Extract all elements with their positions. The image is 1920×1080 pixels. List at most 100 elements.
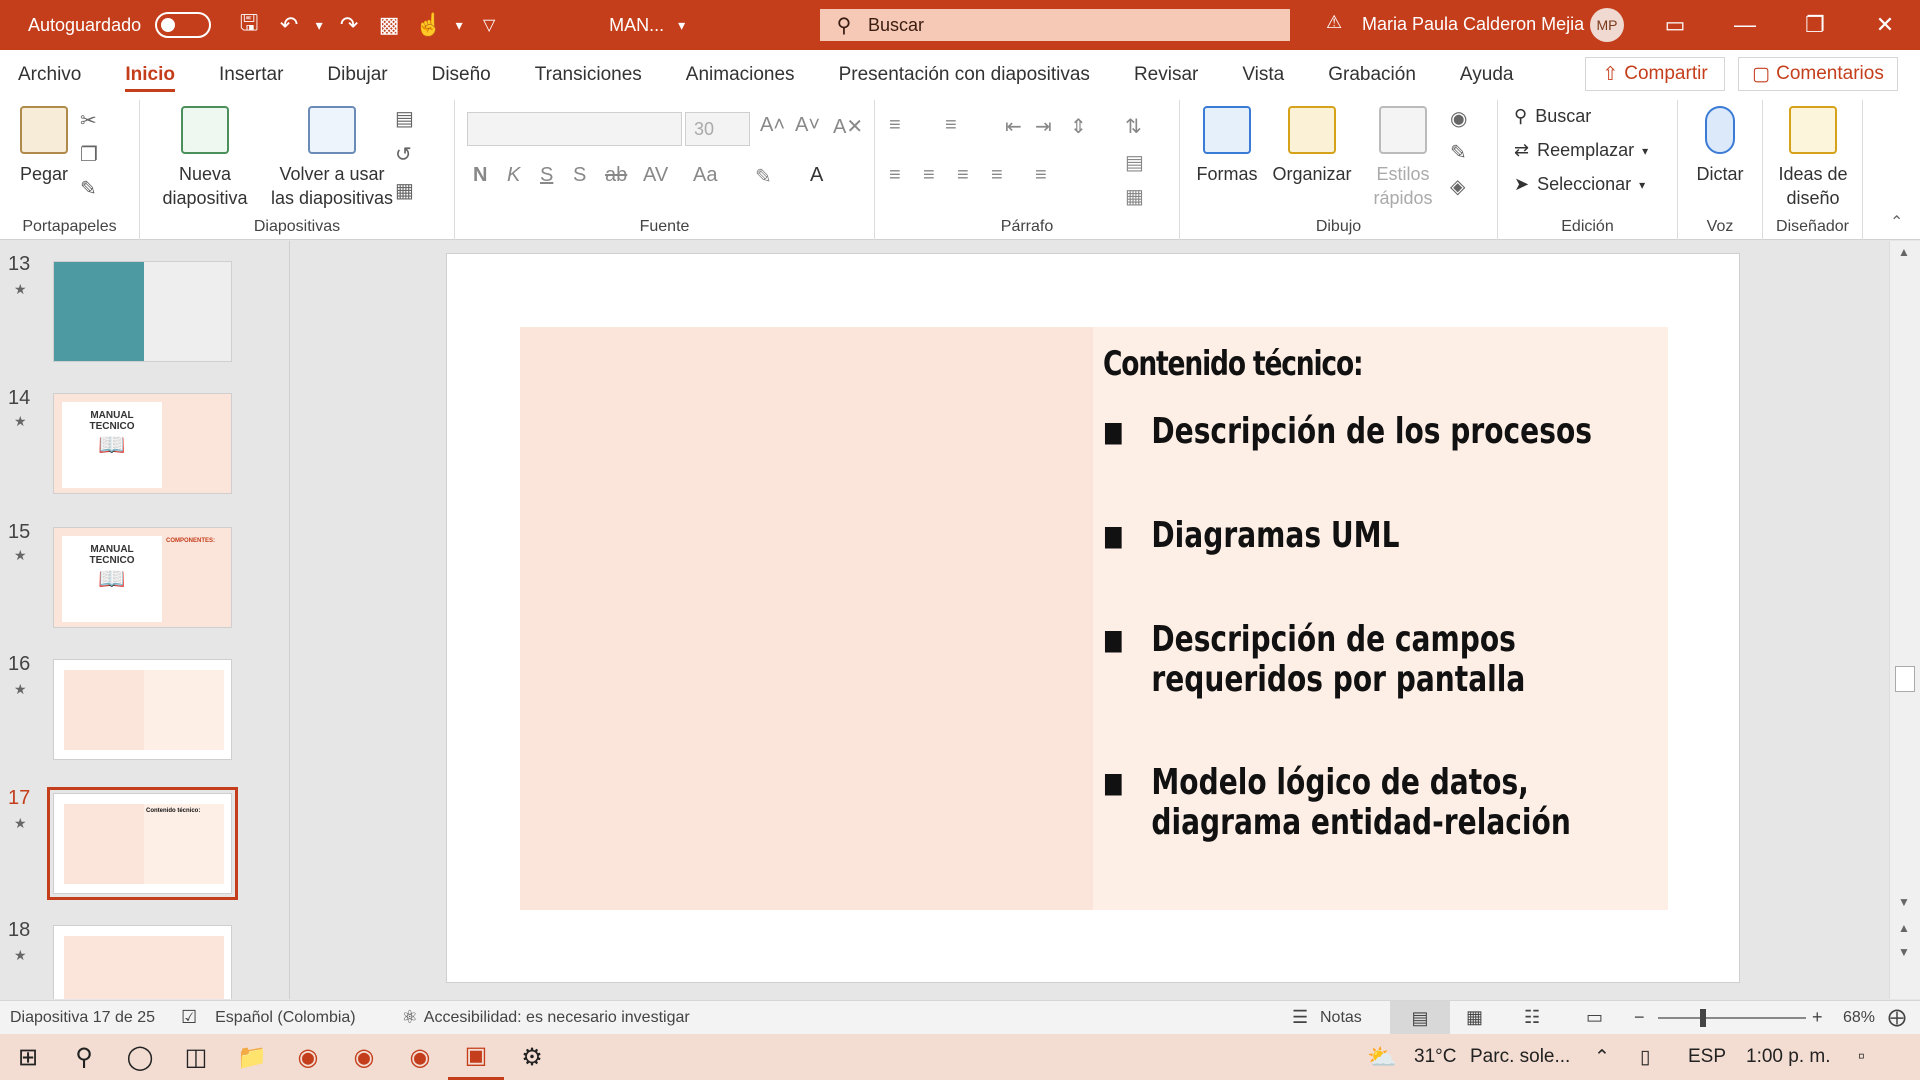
slide-sorter-icon[interactable]: ▦: [1466, 1007, 1483, 1028]
touch-dropdown-icon[interactable]: ▾: [449, 5, 469, 45]
font-name-box[interactable]: [467, 112, 682, 146]
dictate-button[interactable]: Dictar: [1684, 106, 1756, 186]
reading-view-icon[interactable]: ☷: [1524, 1007, 1540, 1028]
tab-diseno[interactable]: Diseño: [410, 50, 513, 100]
avatar[interactable]: MP: [1590, 8, 1624, 42]
restore-icon[interactable]: ❐: [1780, 0, 1850, 50]
smartart-icon[interactable]: ▦: [1125, 184, 1144, 209]
tab-insertar[interactable]: Insertar: [197, 50, 305, 100]
justify-icon[interactable]: ≡: [991, 164, 1003, 187]
reset-icon[interactable]: ↺: [395, 142, 412, 167]
bullet-item[interactable]: ■ Descripción de campos requeridos por p…: [1103, 620, 1649, 700]
input-language[interactable]: ESP: [1688, 1046, 1726, 1068]
bullet-item[interactable]: ■ Descripción de los procesos: [1103, 412, 1649, 452]
previous-slide-icon[interactable]: ▲: [1898, 921, 1910, 935]
vertical-scrollbar[interactable]: ▲ ▼ ▲ ▼: [1889, 241, 1920, 999]
clock[interactable]: 1:00 p. m.: [1746, 1046, 1831, 1068]
task-view-icon[interactable]: ◫: [168, 1034, 224, 1080]
align-left-icon[interactable]: ≡: [889, 164, 901, 187]
undo-icon[interactable]: ↶: [269, 5, 309, 45]
present-icon[interactable]: ▩: [369, 5, 409, 45]
design-ideas-button[interactable]: Ideas de diseño: [1767, 106, 1859, 210]
slide-title[interactable]: Contenido técnico:: [1103, 344, 1364, 384]
minimize-icon[interactable]: —: [1710, 0, 1780, 50]
user-name[interactable]: Maria Paula Calderon Mejia: [1362, 14, 1584, 35]
tab-vista[interactable]: Vista: [1220, 50, 1306, 100]
align-center-icon[interactable]: ≡: [923, 164, 935, 187]
cut-icon[interactable]: ✂: [80, 108, 97, 133]
scroll-up-icon[interactable]: ▲: [1898, 245, 1910, 259]
copy-icon[interactable]: ❐: [80, 142, 98, 167]
weather-temp[interactable]: 31°C: [1414, 1046, 1456, 1068]
tab-revisar[interactable]: Revisar: [1112, 50, 1220, 100]
thumbnail-slide-13[interactable]: [53, 261, 232, 362]
tab-ayuda[interactable]: Ayuda: [1438, 50, 1536, 100]
bold-icon[interactable]: N: [473, 164, 487, 187]
shape-fill-icon[interactable]: ◉: [1450, 106, 1467, 131]
search-icon[interactable]: ⚲: [56, 1034, 112, 1080]
notes-icon[interactable]: ☰: [1292, 1007, 1308, 1028]
increase-font-icon[interactable]: A˄: [760, 114, 785, 137]
thumbnail-slide-14[interactable]: MANUAL TECNICO 📖: [53, 393, 232, 494]
bullet-item[interactable]: ■ Diagramas UML: [1103, 516, 1649, 556]
warning-icon[interactable]: ⚠: [1326, 12, 1342, 33]
spellcheck-icon[interactable]: ☑: [181, 1007, 197, 1028]
line-spacing-icon[interactable]: ⇕: [1070, 114, 1087, 139]
tab-inicio[interactable]: Inicio: [103, 50, 197, 100]
align-text-icon[interactable]: ▤: [1125, 150, 1144, 175]
section-icon[interactable]: ▦: [395, 178, 414, 203]
weather-desc[interactable]: Parc. sole...: [1470, 1046, 1570, 1068]
undo-dropdown-icon[interactable]: ▾: [309, 5, 329, 45]
chrome-alt-icon[interactable]: ◉: [392, 1034, 448, 1080]
quick-styles-button[interactable]: Estilos rápidos: [1358, 106, 1448, 210]
chrome-profile-icon[interactable]: ◉: [336, 1034, 392, 1080]
change-case-icon[interactable]: Aa: [693, 164, 717, 187]
chrome-icon[interactable]: ◉: [280, 1034, 336, 1080]
thumbnail-slide-18[interactable]: [53, 925, 232, 999]
tab-archivo[interactable]: Archivo: [0, 50, 103, 100]
accessibility-icon[interactable]: ⚛: [402, 1007, 418, 1028]
font-size-box[interactable]: 30: [685, 112, 750, 146]
powerpoint-icon[interactable]: ▣: [448, 1034, 504, 1080]
ribbon-display-icon[interactable]: ▭: [1640, 0, 1710, 50]
highlight-icon[interactable]: ✎: [755, 164, 772, 189]
battery-icon[interactable]: ▯: [1640, 1046, 1650, 1069]
file-explorer-icon[interactable]: 📁: [224, 1034, 280, 1080]
decrease-indent-icon[interactable]: ⇤: [1005, 114, 1022, 139]
tab-presentacion[interactable]: Presentación con diapositivas: [817, 50, 1112, 100]
new-slide-button[interactable]: Nueva diapositiva: [150, 106, 260, 210]
slide-left-panel[interactable]: [520, 327, 1093, 910]
customize-toolbar-icon[interactable]: ▽: [469, 5, 509, 45]
shape-effects-icon[interactable]: ◈: [1450, 174, 1465, 199]
collapse-ribbon-icon[interactable]: ⌃: [1890, 212, 1903, 232]
zoom-slider[interactable]: [1658, 1017, 1806, 1019]
language-label[interactable]: Español (Colombia): [215, 1009, 356, 1027]
thumbnail-slide-15[interactable]: MANUAL TECNICO 📖 COMPONENTES:: [53, 527, 232, 628]
underline-icon[interactable]: S: [540, 164, 553, 187]
current-slide[interactable]: Contenido técnico: ■ Descripción de los …: [446, 253, 1740, 983]
increase-indent-icon[interactable]: ⇥: [1035, 114, 1052, 139]
normal-view-icon[interactable]: ▤: [1390, 1001, 1450, 1035]
zoom-level[interactable]: 68%: [1843, 1009, 1875, 1027]
text-direction-icon[interactable]: ⇅: [1125, 114, 1142, 139]
zoom-slider-thumb[interactable]: [1700, 1009, 1706, 1027]
windows-start-icon[interactable]: ⊞: [0, 1034, 56, 1080]
accessibility-status[interactable]: Accesibilidad: es necesario investigar: [424, 1009, 690, 1027]
shadow-icon[interactable]: S: [573, 164, 586, 187]
save-icon[interactable]: 🖫: [229, 5, 269, 45]
paste-button[interactable]: Pegar: [14, 106, 74, 186]
numbering-icon[interactable]: ≡: [945, 114, 957, 137]
tab-dibujar[interactable]: Dibujar: [305, 50, 409, 100]
tray-chevron-icon[interactable]: ⌃: [1594, 1046, 1610, 1069]
close-icon[interactable]: ✕: [1850, 0, 1920, 50]
tab-animaciones[interactable]: Animaciones: [664, 50, 817, 100]
cortana-icon[interactable]: ◯: [112, 1034, 168, 1080]
search-box[interactable]: ⚲ Buscar: [820, 9, 1290, 41]
reuse-slides-button[interactable]: Volver a usar las diapositivas: [262, 106, 402, 210]
shapes-button[interactable]: Formas: [1192, 106, 1262, 186]
zoom-out-icon[interactable]: −: [1634, 1007, 1645, 1028]
shape-outline-icon[interactable]: ✎: [1450, 140, 1467, 165]
find-button[interactable]: ⚲ Buscar: [1514, 106, 1591, 127]
clear-format-icon[interactable]: A✕: [833, 114, 863, 139]
autosave-toggle[interactable]: [155, 12, 212, 38]
